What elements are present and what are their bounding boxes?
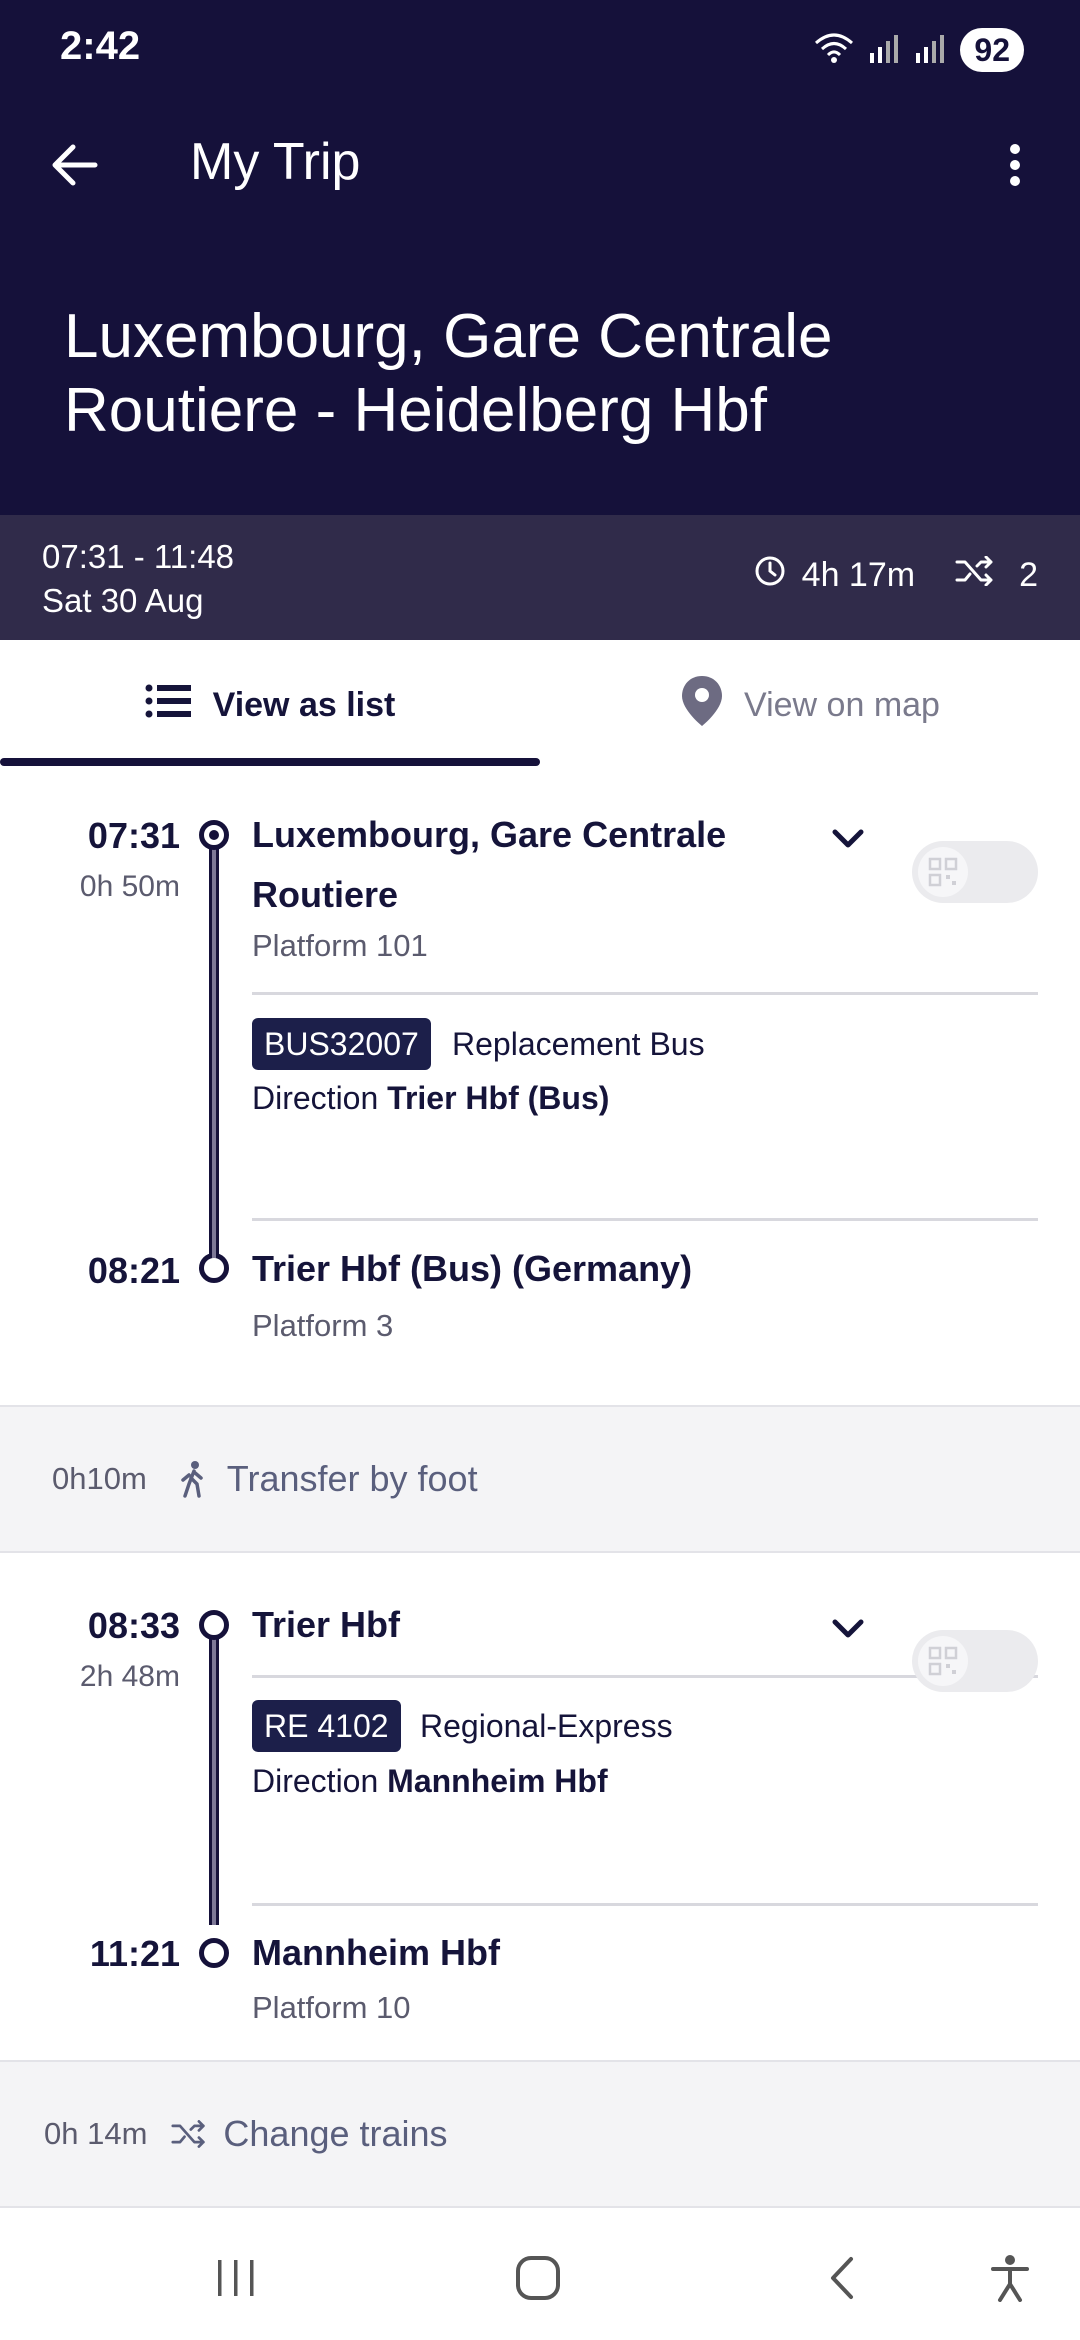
transfer-duration: 0h 14m <box>44 2116 148 2151</box>
departure-stop-line1: Luxembourg, Gare Centrale <box>252 814 727 855</box>
shuffle-icon <box>955 555 995 595</box>
wifi-icon <box>814 31 854 70</box>
departure-stop-line2: Routiere <box>252 874 399 915</box>
header: 2:42 92 My Trip Luxembourg, Gare Central… <box>0 0 1080 515</box>
route-line <box>209 840 219 1030</box>
walk-icon <box>173 1459 213 1499</box>
page-title: My Trip <box>190 133 361 191</box>
departure-stop-marker <box>199 820 229 850</box>
arrival-platform: Platform 10 <box>252 1990 411 2025</box>
app-bar: My Trip <box>0 110 1080 210</box>
service-badge: RE 4102 <box>252 1700 401 1752</box>
more-vert-icon <box>1010 144 1020 186</box>
transfer-label: Change trains <box>223 2113 448 2154</box>
chevron-down-icon <box>832 829 864 848</box>
transfer-change-trains: 0h 14m Change trains <box>0 2060 1080 2208</box>
arrival-platform: Platform 3 <box>252 1308 394 1343</box>
arrival-stop-marker <box>199 1938 229 1968</box>
ticket-toggle[interactable] <box>912 841 1038 903</box>
recent-apps-button[interactable] <box>206 2248 266 2308</box>
signal-icon <box>868 33 900 68</box>
back-chevron-icon <box>831 2257 853 2299</box>
toggle-knob <box>918 1636 968 1686</box>
transfer-walk: 0h10m Transfer by foot <box>0 1405 1080 1553</box>
direction-prefix: Direction <box>252 1080 388 1116</box>
service-name: Replacement Bus <box>452 1026 705 1062</box>
status-icons: 92 <box>814 28 1024 72</box>
departure-stop-marker <box>199 1610 229 1640</box>
direction-destination: Mannheim Hbf <box>387 1763 608 1799</box>
expand-button[interactable] <box>826 817 870 861</box>
leg-duration: 0h 50m <box>79 870 180 903</box>
route-line <box>209 1625 219 1925</box>
qr-code-icon <box>928 857 958 887</box>
direction-line: Direction Trier Hbf (Bus) <box>252 1080 609 1117</box>
service-badge: BUS32007 <box>252 1018 431 1070</box>
journey-leg-1: 07:31 0h 50m Luxembourg, Gare Centrale R… <box>0 770 1080 1405</box>
shuffle-icon <box>169 2114 209 2154</box>
direction-line: Direction Mannheim Hbf <box>252 1763 608 1800</box>
trip-duration: 4h 17m <box>801 556 916 594</box>
chevron-down-icon <box>832 1619 864 1638</box>
direction-prefix: Direction <box>252 1763 388 1799</box>
signal-icon-2 <box>914 33 946 68</box>
home-icon <box>516 2256 560 2300</box>
divider <box>252 1903 1038 1906</box>
departure-time: 08:33 <box>87 1605 180 1646</box>
trip-time-range: 07:31 - 11:48 <box>42 538 235 575</box>
home-button[interactable] <box>508 2248 568 2308</box>
arrow-left-icon <box>52 144 98 186</box>
arrival-time: 08:21 <box>87 1250 180 1291</box>
recent-apps-icon <box>218 2260 254 2296</box>
route-title-line2: Routiere - Heidelberg Hbf <box>64 376 768 445</box>
back-nav-button[interactable] <box>812 2248 872 2308</box>
trip-stats: 4h 17m 2 <box>754 555 1038 596</box>
tab-map-label: View on map <box>744 685 940 724</box>
service-name: Regional-Express <box>420 1708 673 1744</box>
qr-code-icon <box>928 1646 958 1676</box>
trip-date: Sat 30 Aug <box>42 582 204 619</box>
tab-view-on-map[interactable]: View on map <box>540 640 1080 770</box>
arrival-stop-name[interactable]: Mannheim Hbf <box>252 1923 500 1983</box>
departure-stop-name[interactable]: Trier Hbf <box>252 1595 400 1655</box>
clock-icon <box>754 555 786 596</box>
ticket-toggle[interactable] <box>912 1630 1038 1692</box>
departure-time: 07:31 <box>87 815 180 856</box>
trip-summary: 07:31 - 11:48 Sat 30 Aug 4h 17m 2 <box>0 515 1080 640</box>
battery-indicator: 92 <box>960 28 1024 72</box>
more-options-button[interactable] <box>990 130 1040 200</box>
trip-changes: 2 <box>1019 556 1038 594</box>
status-bar: 2:42 92 <box>0 0 1080 100</box>
route-title-line1: Luxembourg, Gare Centrale <box>64 302 833 371</box>
direction-destination: Trier Hbf (Bus) <box>387 1080 610 1116</box>
expand-button[interactable] <box>826 1607 870 1651</box>
toggle-knob <box>918 847 968 897</box>
list-icon <box>145 684 193 727</box>
departure-platform: Platform 101 <box>252 928 428 963</box>
tab-indicator <box>0 758 540 766</box>
back-button[interactable] <box>40 130 110 200</box>
view-tabs: View as list View on map <box>0 640 1080 770</box>
departure-stop-name[interactable]: Luxembourg, Gare Centrale Routiere <box>252 805 726 925</box>
trip-time-block: 07:31 - 11:48 Sat 30 Aug <box>42 535 234 623</box>
transfer-label: Transfer by foot <box>226 1458 478 1499</box>
arrival-stop-name[interactable]: Trier Hbf (Bus) (Germany) <box>252 1239 692 1299</box>
journey-leg-2: 08:33 2h 48m Trier Hbf RE 4102 Regional-… <box>0 1555 1080 2060</box>
tab-view-as-list[interactable]: View as list <box>0 640 540 770</box>
tab-list-label: View as list <box>212 685 396 724</box>
transfer-duration: 0h10m <box>52 1461 147 1496</box>
accessibility-icon <box>991 2255 1029 2302</box>
divider <box>252 992 1038 995</box>
status-time: 2:42 <box>60 24 141 68</box>
location-pin-icon <box>680 674 724 737</box>
leg-duration: 2h 48m <box>79 1660 180 1693</box>
route-title: Luxembourg, Gare Centrale Routiere - Hei… <box>64 300 1044 448</box>
arrival-time: 11:21 <box>89 1933 180 1974</box>
accessibility-button[interactable] <box>980 2248 1040 2308</box>
divider <box>252 1218 1038 1221</box>
system-navigation-bar <box>0 2208 1080 2340</box>
route-line-lower <box>209 1025 219 1258</box>
